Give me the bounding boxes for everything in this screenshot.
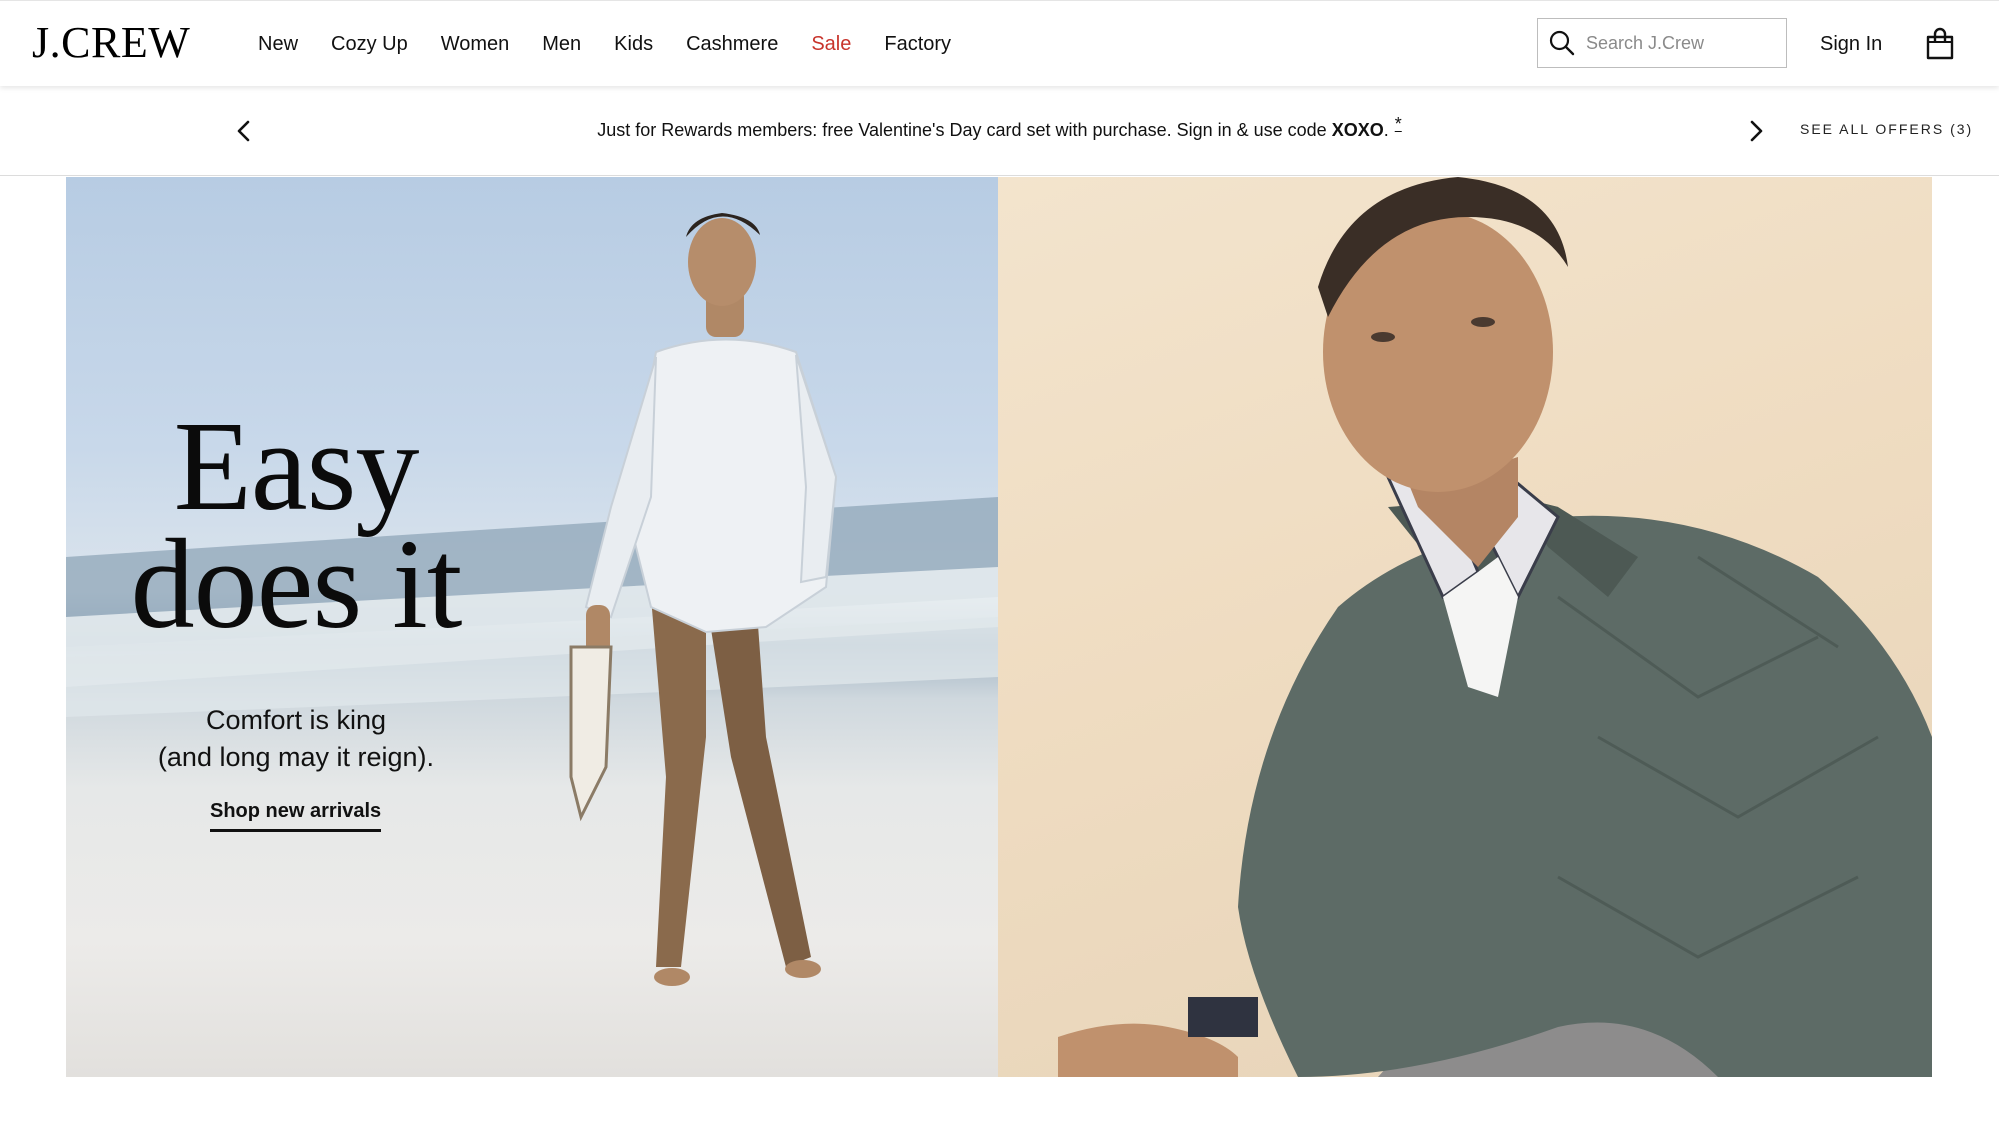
nav-item-cashmere[interactable]: Cashmere xyxy=(686,29,778,59)
sign-in-link[interactable]: Sign In xyxy=(1820,29,1882,59)
see-all-offers-link[interactable]: SEE ALL OFFERS (3) xyxy=(1800,121,1973,137)
promo-bar: Just for Rewards members: free Valentine… xyxy=(0,86,1999,176)
shopping-bag-icon[interactable] xyxy=(1924,27,1956,61)
nav-item-factory[interactable]: Factory xyxy=(884,29,951,59)
promo-code: XOXO xyxy=(1331,120,1384,140)
hero-headline-line2: does it xyxy=(130,513,463,655)
nav-item-kids[interactable]: Kids xyxy=(614,29,653,59)
nav-item-men[interactable]: Men xyxy=(542,29,581,59)
nav-item-new[interactable]: New xyxy=(258,29,298,59)
promo-message: Just for Rewards members: free Valentine… xyxy=(0,114,1999,144)
promo-trailing: . xyxy=(1383,120,1389,140)
search-box[interactable] xyxy=(1537,18,1787,68)
nav-item-women[interactable]: Women xyxy=(441,29,510,59)
nav-item-sale[interactable]: Sale xyxy=(811,29,851,59)
hero-subhead-line1: Comfort is king xyxy=(205,705,387,735)
hero-image-beach[interactable]: Easy does it Comfort is king (and long m… xyxy=(66,177,998,1077)
search-input[interactable] xyxy=(1586,32,1776,54)
main-nav: New Cozy Up Women Men Kids Cashmere Sale… xyxy=(258,29,984,59)
hero-image-jacket[interactable] xyxy=(998,177,1932,1077)
search-icon[interactable] xyxy=(1548,29,1576,57)
hero-headline-line1: Easy xyxy=(173,395,420,537)
promo-text: Just for Rewards members: free Valentine… xyxy=(597,120,1332,140)
hero-headline: Easy does it xyxy=(116,395,476,655)
shop-new-arrivals-link[interactable]: Shop new arrivals xyxy=(210,800,382,832)
site-header: J.CREW New Cozy Up Women Men Kids Cashme… xyxy=(0,0,1999,86)
site-logo[interactable]: J.CREW xyxy=(32,19,190,67)
nav-item-cozy-up[interactable]: Cozy Up xyxy=(331,29,408,59)
hero-subhead: Comfort is king (and long may it reign). xyxy=(106,702,486,776)
chevron-right-icon[interactable] xyxy=(1742,114,1770,148)
promo-details-asterisk[interactable]: * xyxy=(1395,114,1402,134)
jacket-portrait-illustration xyxy=(1058,177,1932,1077)
hero-subhead-line2: (and long may it reign). xyxy=(157,742,435,772)
